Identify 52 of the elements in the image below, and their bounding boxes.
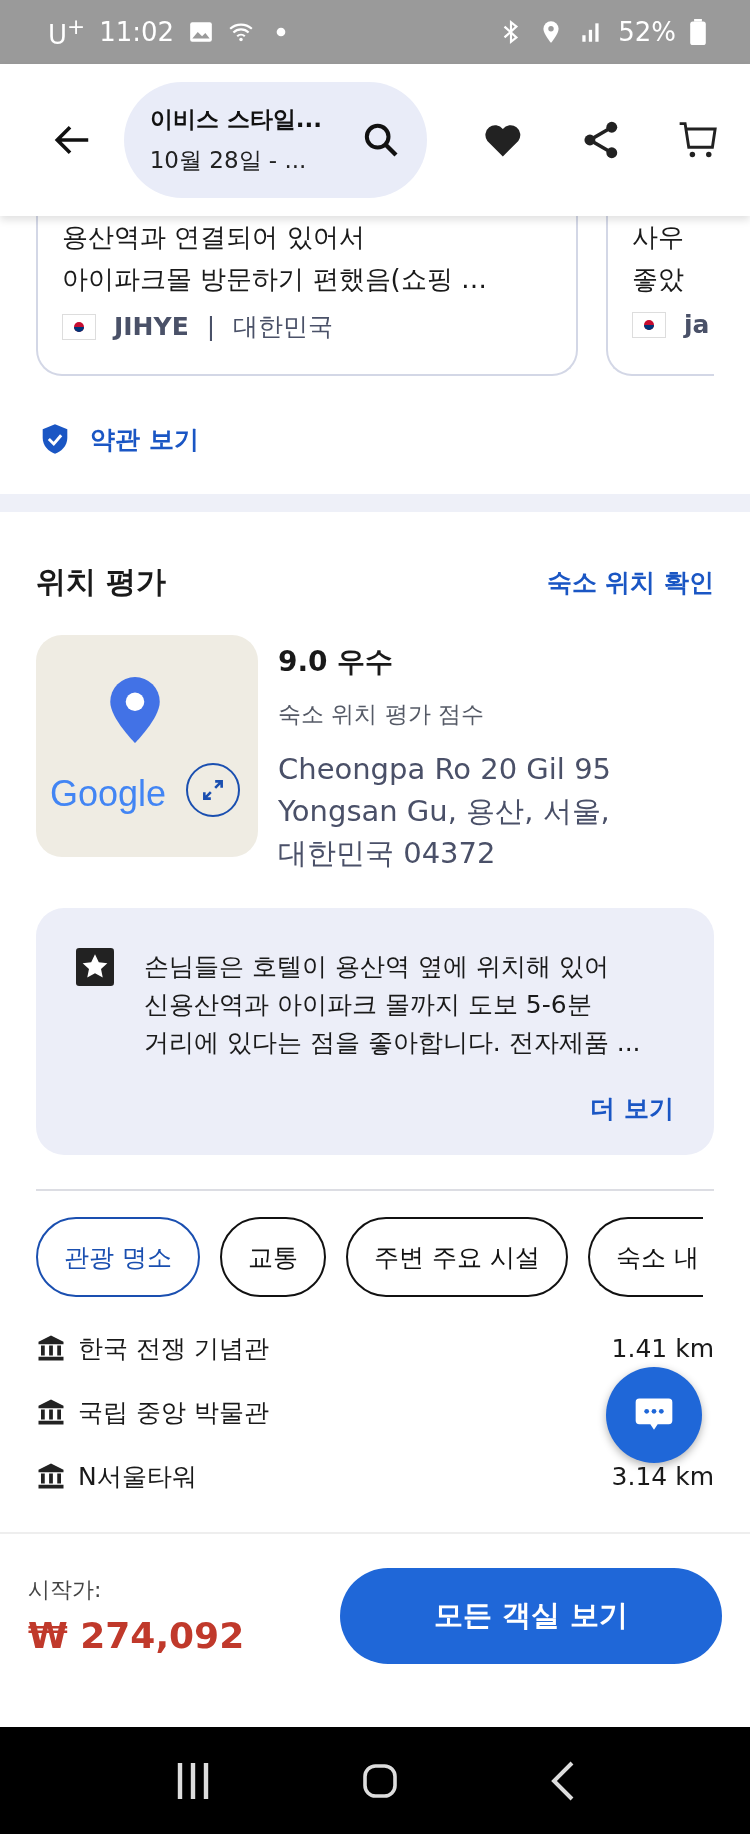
shield-check-icon [40, 423, 70, 455]
back-nav-icon[interactable] [550, 1760, 574, 1801]
location-link[interactable]: 숙소 위치 확인 [546, 566, 714, 599]
expand-button[interactable] [186, 763, 240, 817]
reviewer-name: ja [684, 310, 710, 339]
score-label: 숙소 위치 평가 점수 [278, 700, 485, 729]
review-card[interactable]: 용산역과 연결되어 있어서 아이파크몰 방문하기 편했음(쇼핑 … JIHYE | 대한민국 [36, 216, 578, 376]
flag-icon [62, 313, 96, 340]
museum-icon [36, 1461, 66, 1491]
more-link[interactable]: 더 보기 [590, 1092, 674, 1125]
recent-apps-icon[interactable] [176, 1760, 210, 1801]
location-score: 9.0 우수 [278, 644, 395, 680]
view-rooms-button[interactable]: 모든 객실 보기 [340, 1567, 722, 1664]
home-icon[interactable] [362, 1762, 398, 1799]
clock-time: 11:02 [99, 17, 175, 47]
address-line: Cheongpa Ro 20 Gil 95 [278, 751, 612, 788]
place-distance: 1.41 km [611, 1333, 714, 1363]
price-label: 시작가: [28, 1576, 103, 1604]
place-distance: 3.14 km [611, 1461, 714, 1491]
review-text: 좋았 [632, 263, 685, 296]
chat-button[interactable] [606, 1367, 702, 1463]
map-logo: Google [50, 773, 167, 815]
summary-text: 손님들은 호텔이 용산역 옆에 위치해 있어 신용산역과 아이파크 몰까지 도보 5-6분 거리에 있다는 점을 좋아합니다. 전자제품 ... [144, 951, 642, 1059]
flag-icon [632, 311, 666, 338]
battery-icon [690, 19, 706, 45]
review-card[interactable]: 사우 좋았 ja [606, 216, 714, 376]
museum-icon [36, 1397, 66, 1427]
review-text: 용산역과 연결되어 있어서 [62, 221, 366, 254]
terms-link[interactable]: 약관 보기 [90, 422, 199, 456]
place-name: N서울타워 [78, 1460, 197, 1493]
image-icon [188, 19, 215, 45]
address-line: Yongsan Gu, 용산, 서울, [278, 793, 611, 830]
museum-icon [36, 1333, 66, 1363]
battery-percent: 52% [618, 17, 676, 47]
separator: | [206, 312, 216, 341]
map-pin-icon [110, 677, 160, 743]
filter-chip[interactable]: 교통 [219, 1217, 326, 1297]
place-name: 한국 전쟁 기념관 [78, 1332, 269, 1365]
filter-chip[interactable]: 숙소 내 [587, 1217, 703, 1297]
review-text: 아이파크몰 방문하기 편했음(쇼핑 … [62, 263, 488, 296]
place-name: 국립 중앙 박물관 [78, 1396, 269, 1429]
carrier-label: U$^{+}$ [48, 14, 86, 50]
review-text: 사우 [632, 221, 685, 254]
price: ₩ 274,092 [28, 1615, 246, 1656]
reviewer-country: 대한민국 [233, 311, 334, 343]
section-title: 위치 평가 [36, 563, 167, 601]
filter-chip[interactable]: 관광 명소 [36, 1217, 200, 1297]
search-summary-button[interactable]: 이비스 스타일... 10월 28일 - ... [123, 82, 427, 198]
filter-chip[interactable]: 주변 주요 시설 [345, 1217, 568, 1297]
address-line: 대한민국 04372 [278, 835, 497, 872]
expand-icon [200, 777, 226, 803]
reviewer-name: JIHYE [114, 312, 189, 341]
